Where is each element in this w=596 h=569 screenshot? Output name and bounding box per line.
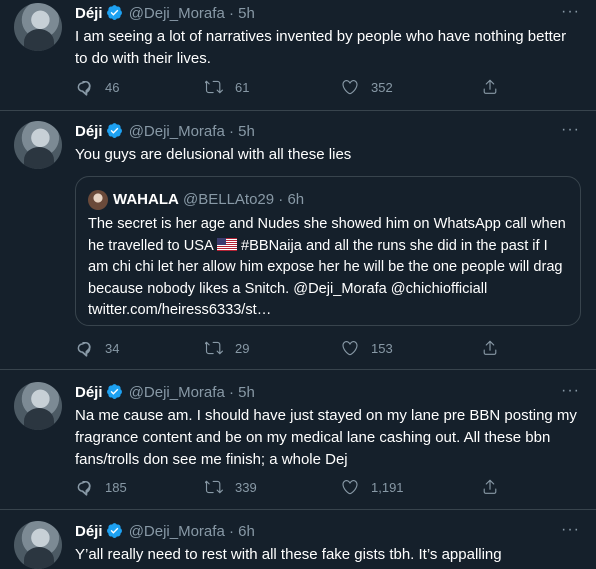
tweet-text: Y’all really need to rest with all these…	[75, 546, 502, 563]
tweet-text: Na me cause am. I should have just staye…	[75, 407, 577, 468]
author-handle[interactable]: @Deji_Morafa	[129, 5, 225, 22]
reply-count: 185	[105, 479, 127, 495]
tweet[interactable]: Déji @Deji_Morafa · 5h ··· Na me cause a…	[0, 370, 596, 510]
retweet-button[interactable]: 61	[205, 78, 249, 96]
tweet-actions: 46 61 352	[75, 78, 515, 98]
verified-badge-icon	[106, 523, 122, 538]
heart-icon	[342, 480, 358, 495]
share-icon	[483, 79, 497, 94]
like-button[interactable]: 153	[341, 339, 393, 357]
retweet-icon	[205, 80, 223, 94]
tweet-text: You guys are delusional with all these l…	[75, 146, 352, 163]
tweet[interactable]: Déji @Deji_Morafa · 5h ··· You guys are …	[0, 111, 596, 370]
author-name[interactable]: Déji	[75, 523, 103, 540]
share-icon	[483, 340, 497, 355]
avatar[interactable]	[14, 382, 62, 430]
verified-badge-icon	[106, 384, 122, 399]
more-icon[interactable]: ···	[561, 382, 580, 400]
quoted-author-name: WAHALA	[113, 191, 179, 208]
author-name[interactable]: Déji	[75, 384, 103, 401]
more-icon[interactable]: ···	[561, 121, 580, 139]
verified-badge-icon	[106, 5, 122, 20]
tweet[interactable]: Déji @Deji_Morafa · 5h ··· I am seeing a…	[0, 0, 596, 111]
like-count: 153	[371, 340, 393, 356]
like-count: 352	[371, 79, 393, 95]
reply-count: 34	[105, 340, 120, 356]
tweet[interactable]: Déji @Deji_Morafa · 6h ··· Y’all really …	[0, 510, 596, 569]
timestamp[interactable]: 5h	[238, 384, 255, 401]
author-name[interactable]: Déji	[75, 5, 103, 22]
reply-icon	[77, 341, 91, 357]
retweet-button[interactable]: 339	[205, 478, 257, 496]
reply-icon	[77, 480, 91, 496]
quoted-author-handle: @BELLAto29	[183, 191, 275, 208]
more-icon[interactable]: ···	[561, 3, 580, 21]
retweet-icon	[205, 341, 223, 355]
reply-button[interactable]: 185	[75, 478, 127, 496]
avatar[interactable]	[14, 3, 62, 51]
quoted-tweet-header: WAHALA @BELLAto29 · 6h	[113, 190, 304, 210]
tweet-actions: 34 29 153	[75, 339, 515, 359]
retweet-count: 29	[235, 340, 250, 356]
tweet-text: I am seeing a lot of narratives invented…	[75, 28, 567, 67]
author-name[interactable]: Déji	[75, 123, 103, 140]
separator-dot: ·	[228, 123, 234, 140]
share-button[interactable]	[481, 339, 511, 357]
tweet-header: Déji @Deji_Morafa · 5h	[75, 4, 255, 24]
share-icon	[483, 479, 497, 494]
retweet-icon	[205, 480, 223, 494]
retweet-count: 61	[235, 79, 250, 95]
separator-dot: ·	[228, 384, 234, 401]
like-button[interactable]: 352	[341, 78, 393, 96]
timestamp[interactable]: 6h	[238, 523, 255, 540]
reply-button[interactable]: 46	[75, 78, 119, 96]
like-button[interactable]: 1,191	[341, 478, 404, 496]
avatar[interactable]	[14, 121, 62, 169]
separator-dot: ·	[228, 523, 234, 540]
quoted-tweet-text: The secret is her age and Nudes she show…	[88, 214, 570, 322]
separator-dot: ·	[228, 5, 234, 22]
separator-dot: ·	[278, 191, 284, 208]
reply-count: 46	[105, 79, 120, 95]
share-button[interactable]	[481, 478, 511, 496]
us-flag-emoji-icon	[217, 237, 237, 251]
quoted-tweet[interactable]: WAHALA @BELLAto29 · 6h The secret is her…	[75, 176, 581, 326]
avatar[interactable]	[14, 521, 62, 569]
timestamp[interactable]: 5h	[238, 5, 255, 22]
reply-button[interactable]: 34	[75, 339, 119, 357]
heart-icon	[342, 341, 358, 356]
tweet-header: Déji @Deji_Morafa · 5h	[75, 383, 255, 403]
quoted-avatar	[88, 190, 108, 210]
quoted-timestamp: 6h	[287, 191, 305, 208]
verified-badge-icon	[106, 123, 122, 138]
retweet-button[interactable]: 29	[205, 339, 249, 357]
reply-icon	[77, 80, 91, 96]
timestamp[interactable]: 5h	[238, 123, 255, 140]
tweet-header: Déji @Deji_Morafa · 6h	[75, 522, 255, 542]
share-button[interactable]	[481, 78, 511, 96]
heart-icon	[342, 80, 358, 95]
author-handle[interactable]: @Deji_Morafa	[129, 384, 225, 401]
author-handle[interactable]: @Deji_Morafa	[129, 123, 225, 140]
like-count: 1,191	[371, 479, 404, 495]
tweet-header: Déji @Deji_Morafa · 5h	[75, 122, 255, 142]
retweet-count: 339	[235, 479, 257, 495]
author-handle[interactable]: @Deji_Morafa	[129, 523, 225, 540]
more-icon[interactable]: ···	[561, 521, 580, 539]
tweet-actions: 185 339 1,191	[75, 478, 515, 498]
